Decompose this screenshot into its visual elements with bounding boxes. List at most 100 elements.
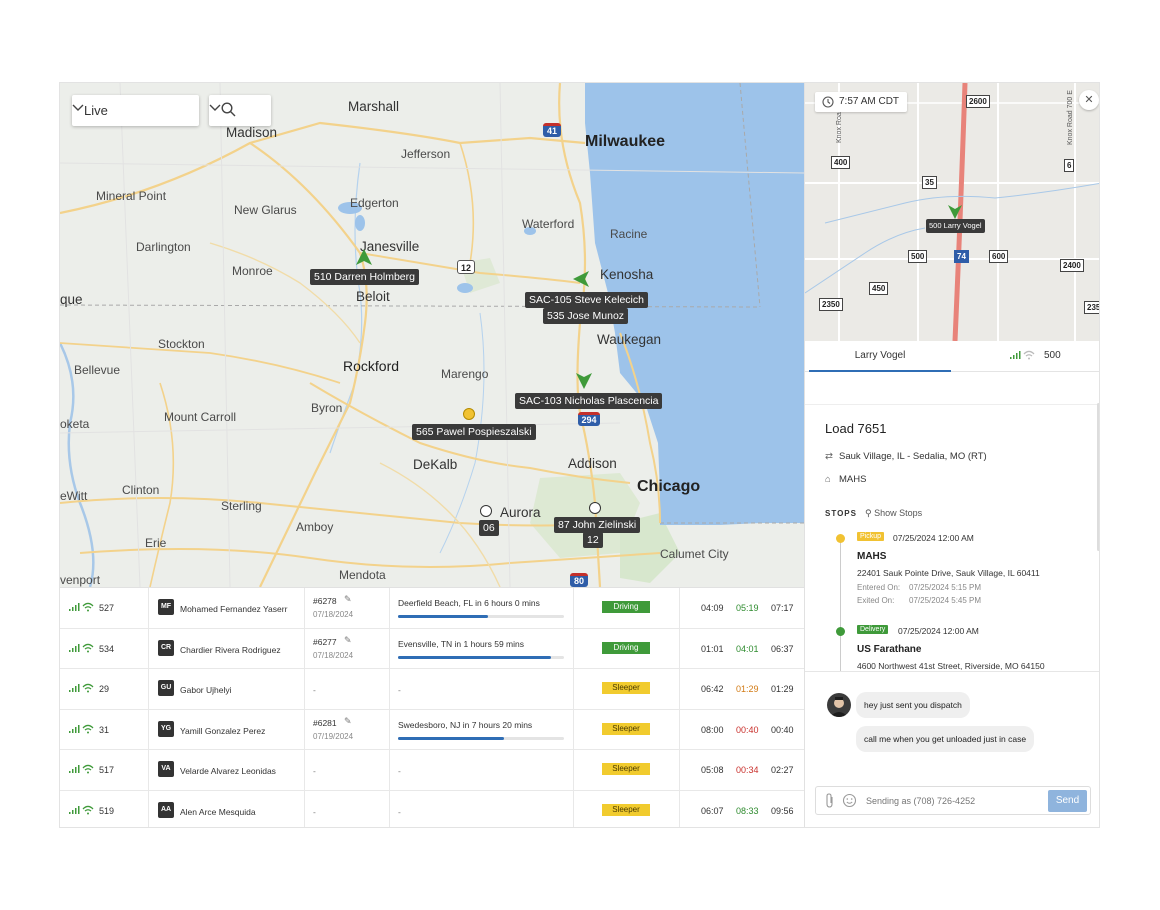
vehicle-label-john[interactable]: 87 John Zielinski xyxy=(554,517,641,533)
hos-drive: 06:42 xyxy=(701,684,724,694)
vehicle-label-pawel[interactable]: 565 Pawel Pospieszalski xyxy=(412,424,536,440)
signal-icon xyxy=(69,765,80,773)
city-label-mendota: Mendota xyxy=(339,568,386,582)
hos-shift: 08:33 xyxy=(736,805,759,816)
driver-cell: YG Yamill Gonzalez Perez xyxy=(149,709,305,750)
signal-icon xyxy=(1010,351,1021,359)
vehicle-marker-darren[interactable] xyxy=(356,249,372,265)
search-button[interactable] xyxy=(209,95,271,126)
send-button[interactable]: Send xyxy=(1048,790,1087,812)
load-customer-text: MAHS xyxy=(839,474,867,485)
load-cell: #6281 ✎ 07/19/2024 xyxy=(305,709,390,750)
hos-shift: 00:34 xyxy=(736,765,759,775)
edit-icon[interactable]: ✎ xyxy=(344,635,352,646)
stop-date: 07/25/2024 12:00 AM xyxy=(893,533,974,543)
mode-select-value: Live xyxy=(84,103,108,118)
load-number[interactable]: #6278 xyxy=(313,596,337,606)
status-badge: Sleeper xyxy=(602,682,650,694)
emoji-icon[interactable] xyxy=(842,793,857,808)
vehicle-label-darren[interactable]: 510 Darren Holmberg xyxy=(310,269,419,285)
detail-tabs: Larry Vogel 500 xyxy=(805,341,1099,372)
progress-bar xyxy=(398,655,564,659)
driver-name[interactable]: Alen Arce Mesquida xyxy=(180,807,256,817)
detail-panel: 2600 400 35 6 500 600 2400 450 2350 2350… xyxy=(804,83,1099,827)
driver-initials: GU xyxy=(158,680,174,696)
vehicle-label-larry[interactable]: 500 Larry Vogel xyxy=(926,219,985,233)
close-button[interactable]: ✕ xyxy=(1079,90,1099,110)
status-cell: Sleeper xyxy=(574,790,680,827)
eta-text: Swedesboro, NJ in 7 hours 20 mins xyxy=(398,719,533,730)
mini-map[interactable]: 2600 400 35 6 500 600 2400 450 2350 2350… xyxy=(805,83,1099,341)
map-pin-icon: ⚲ xyxy=(865,508,872,518)
status-badge: Sleeper xyxy=(602,763,650,775)
driver-name[interactable]: Gabor Ujhelyi xyxy=(180,685,232,695)
wifi-icon xyxy=(82,643,94,652)
load-route-text: Sauk Village, IL - Sedalia, MO (RT) xyxy=(839,451,987,462)
table-row[interactable]: 31 YG Yamill Gonzalez Perez #6281 ✎ 07/1… xyxy=(60,709,804,750)
mode-select[interactable]: Live xyxy=(72,95,199,126)
message-input[interactable] xyxy=(866,793,1042,809)
driver-initials: CR xyxy=(158,639,174,656)
vehicle-label-steve[interactable]: SAC-105 Steve Kelecich xyxy=(525,292,648,308)
hos-drive: 04:09 xyxy=(701,603,724,613)
eta-cell: - xyxy=(390,790,574,827)
vehicle-label-nicholas[interactable]: SAC-103 Nicholas Plascencia xyxy=(515,393,663,409)
city-label-marengo: Marengo xyxy=(441,367,489,381)
edit-icon[interactable]: ✎ xyxy=(344,594,352,605)
vehicle-marker-nicholas[interactable] xyxy=(576,373,592,389)
status-cell: Driving xyxy=(574,628,680,669)
vehicle-marker-pawel[interactable] xyxy=(463,408,475,420)
vehicle-label-jose[interactable]: 535 Jose Munoz xyxy=(543,308,629,324)
stop-marker-john[interactable] xyxy=(589,502,601,514)
main-map[interactable]: Madison Marshall Milwaukee Jefferson Min… xyxy=(60,83,804,587)
progress-fill xyxy=(398,655,551,659)
city-label-stockton: Stockton xyxy=(158,337,205,351)
edit-icon[interactable]: ✎ xyxy=(344,716,352,727)
show-stops-label: Show Stops xyxy=(874,508,923,518)
wifi-icon xyxy=(82,683,94,693)
table-row[interactable]: 29 GU Gabor Ujhelyi - - Sleeper 06:42 01… xyxy=(60,669,804,710)
stop-marker-aurora[interactable] xyxy=(480,505,492,517)
show-stops-link[interactable]: ⚲ Show Stops xyxy=(865,508,922,519)
stops-header: STOPS xyxy=(825,509,857,518)
unit-number: 517 xyxy=(99,765,115,775)
table-row[interactable]: 527 MF Mohamed Fernandez Yaserr #6278 ✎ … xyxy=(60,588,804,629)
city-label-edgerton: Edgerton xyxy=(350,196,399,210)
vehicle-marker-larry[interactable] xyxy=(948,205,962,219)
stop-exited-value: 07/25/2024 5:45 PM xyxy=(909,596,982,605)
stop-exited-label: Exited On: xyxy=(857,596,895,605)
clock-icon xyxy=(822,96,834,108)
table-row[interactable]: 517 VA Velarde Alvarez Leonidas - - Slee… xyxy=(60,750,804,791)
driver-name[interactable]: Mohamed Fernandez Yaserr xyxy=(180,604,287,614)
scrollbar[interactable] xyxy=(1097,403,1099,551)
building-icon: ⌂ xyxy=(825,474,831,485)
signal-icon xyxy=(69,603,80,611)
city-label-dewitt: eWitt xyxy=(60,489,88,503)
road-label-knox: Knox Road xyxy=(836,108,843,143)
city-label-milwaukee: Milwaukee xyxy=(585,133,666,150)
vehicle-marker-steve[interactable] xyxy=(573,271,589,287)
tab-driver[interactable]: Larry Vogel xyxy=(809,341,951,372)
unit-cell: 29 xyxy=(60,669,149,709)
driver-name[interactable]: Yamill Gonzalez Perez xyxy=(180,726,265,736)
road-shield-500: 500 xyxy=(908,250,928,263)
eta-cell: - xyxy=(390,750,574,790)
table-row[interactable]: 519 AA Alen Arce Mesquida - - Sleeper 06… xyxy=(60,790,804,827)
load-cell: #6277 ✎ 07/18/2024 xyxy=(305,628,390,669)
stop-marker-john-label: 12 xyxy=(583,532,603,548)
road-shield-600: 600 xyxy=(989,250,1009,263)
driver-name[interactable]: Chardier Rivera Rodriguez xyxy=(180,645,281,655)
eta-empty: - xyxy=(398,806,401,817)
driver-name[interactable]: Velarde Alvarez Leonidas xyxy=(180,766,276,776)
city-label-marshall: Marshall xyxy=(348,99,400,114)
load-empty: - xyxy=(313,685,316,695)
driver-cell: MF Mohamed Fernandez Yaserr xyxy=(149,588,305,628)
load-number[interactable]: #6281 xyxy=(313,718,337,728)
paperclip-icon[interactable] xyxy=(824,793,836,808)
load-number[interactable]: #6277 xyxy=(313,637,337,647)
chevron-down-icon xyxy=(209,104,221,111)
hos-cycle: 00:40 xyxy=(771,724,794,735)
load-date: 07/19/2024 xyxy=(313,731,354,741)
eta-cell: Evensville, TN in 1 hours 59 mins xyxy=(390,628,574,669)
table-row[interactable]: 534 CR Chardier Rivera Rodriguez #6277 ✎… xyxy=(60,628,804,669)
